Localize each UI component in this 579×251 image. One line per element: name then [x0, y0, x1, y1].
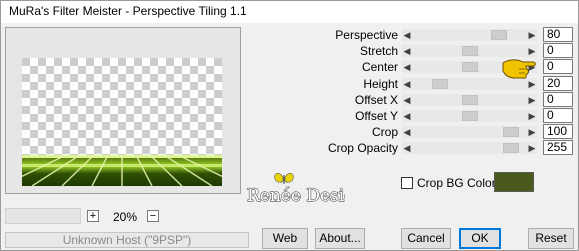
param-slider[interactable]: ◀ ▶	[402, 110, 537, 122]
slider-thumb[interactable]	[432, 79, 448, 89]
param-slider[interactable]: ◀ ▶	[402, 142, 537, 154]
slider-thumb[interactable]	[462, 111, 478, 121]
param-slider[interactable]: ◀ ▶	[402, 126, 537, 138]
param-row-crop: Crop ◀ ▶ 100	[1, 124, 579, 139]
param-value-field[interactable]: 0	[543, 92, 573, 107]
slider-left-arrow-icon[interactable]: ◀	[402, 126, 412, 138]
param-value-field[interactable]: 0	[543, 108, 573, 123]
slider-right-arrow-icon[interactable]: ▶	[527, 142, 537, 154]
ok-button[interactable]: OK	[459, 228, 501, 249]
slider-thumb[interactable]	[503, 143, 519, 153]
zoom-slider[interactable]	[5, 208, 81, 224]
param-value-field[interactable]: 100	[543, 124, 573, 139]
param-value-field[interactable]: 0	[543, 43, 573, 58]
crop-bg-label: Crop BG Color	[417, 176, 496, 190]
slider-thumb[interactable]	[462, 46, 478, 56]
slider-thumb[interactable]	[503, 127, 519, 137]
watermark-text: Renée Design	[247, 186, 345, 206]
crop-bg-color-swatch[interactable]	[494, 172, 534, 192]
slider-left-arrow-icon[interactable]: ◀	[402, 29, 412, 41]
param-row-stretch: Stretch ◀ ▶ 0	[1, 43, 579, 58]
slider-right-arrow-icon[interactable]: ▶	[527, 126, 537, 138]
window-title: MuRa's Filter Meister - Perspective Tili…	[9, 4, 247, 18]
param-label: Offset Y	[355, 109, 398, 123]
param-label: Offset X	[354, 93, 398, 107]
param-value-field[interactable]: 20	[543, 76, 573, 91]
param-label: Perspective	[335, 28, 398, 42]
about-button[interactable]: About...	[315, 228, 365, 249]
param-value-field[interactable]: 255	[543, 140, 573, 155]
slider-right-arrow-icon[interactable]: ▶	[527, 29, 537, 41]
param-label: Crop Opacity	[327, 141, 398, 155]
slider-left-arrow-icon[interactable]: ◀	[402, 61, 412, 73]
param-value-field[interactable]: 80	[543, 27, 573, 42]
slider-left-arrow-icon[interactable]: ◀	[402, 78, 412, 90]
slider-thumb[interactable]	[491, 30, 507, 40]
slider-thumb[interactable]	[462, 95, 478, 105]
param-label: Crop	[371, 125, 398, 139]
hand-pointer-icon	[499, 53, 539, 86]
dialog-window: MuRa's Filter Meister - Perspective Tili…	[0, 0, 579, 251]
param-row-offset-x: Offset X ◀ ▶ 0	[1, 92, 579, 107]
slider-left-arrow-icon[interactable]: ◀	[402, 142, 412, 154]
param-label: Stretch	[359, 44, 398, 58]
param-slider[interactable]: ◀ ▶	[402, 29, 537, 41]
zoom-in-button[interactable]: +	[87, 210, 99, 222]
reset-button[interactable]: Reset	[528, 228, 574, 249]
crop-bg-checkbox[interactable]	[401, 177, 413, 189]
zoom-out-button[interactable]: −	[147, 210, 159, 222]
watermark-logo: Renée Design	[245, 171, 367, 210]
slider-thumb[interactable]	[462, 62, 478, 72]
param-label: Height	[363, 77, 398, 91]
param-row-center: Center ◀ ▶ 0	[1, 59, 579, 74]
slider-left-arrow-icon[interactable]: ◀	[402, 94, 412, 106]
param-value-field[interactable]: 0	[543, 59, 573, 74]
title-bar: MuRa's Filter Meister - Perspective Tili…	[1, 1, 578, 23]
param-row-offset-y: Offset Y ◀ ▶ 0	[1, 108, 579, 123]
slider-right-arrow-icon[interactable]: ▶	[527, 110, 537, 122]
cancel-button[interactable]: Cancel	[401, 228, 451, 249]
param-row-crop-opacity: Crop Opacity ◀ ▶ 255	[1, 140, 579, 155]
param-row-height: Height ◀ ▶ 20	[1, 76, 579, 91]
slider-right-arrow-icon[interactable]: ▶	[527, 94, 537, 106]
slider-left-arrow-icon[interactable]: ◀	[402, 110, 412, 122]
status-bar: Unknown Host ("9PSP")	[5, 232, 249, 248]
param-row-perspective: Perspective ◀ ▶ 80	[1, 27, 579, 42]
param-label: Center	[361, 60, 398, 74]
zoom-level: 20%	[113, 210, 138, 224]
param-slider[interactable]: ◀ ▶	[402, 94, 537, 106]
web-button[interactable]: Web	[262, 228, 308, 249]
slider-left-arrow-icon[interactable]: ◀	[402, 45, 412, 57]
